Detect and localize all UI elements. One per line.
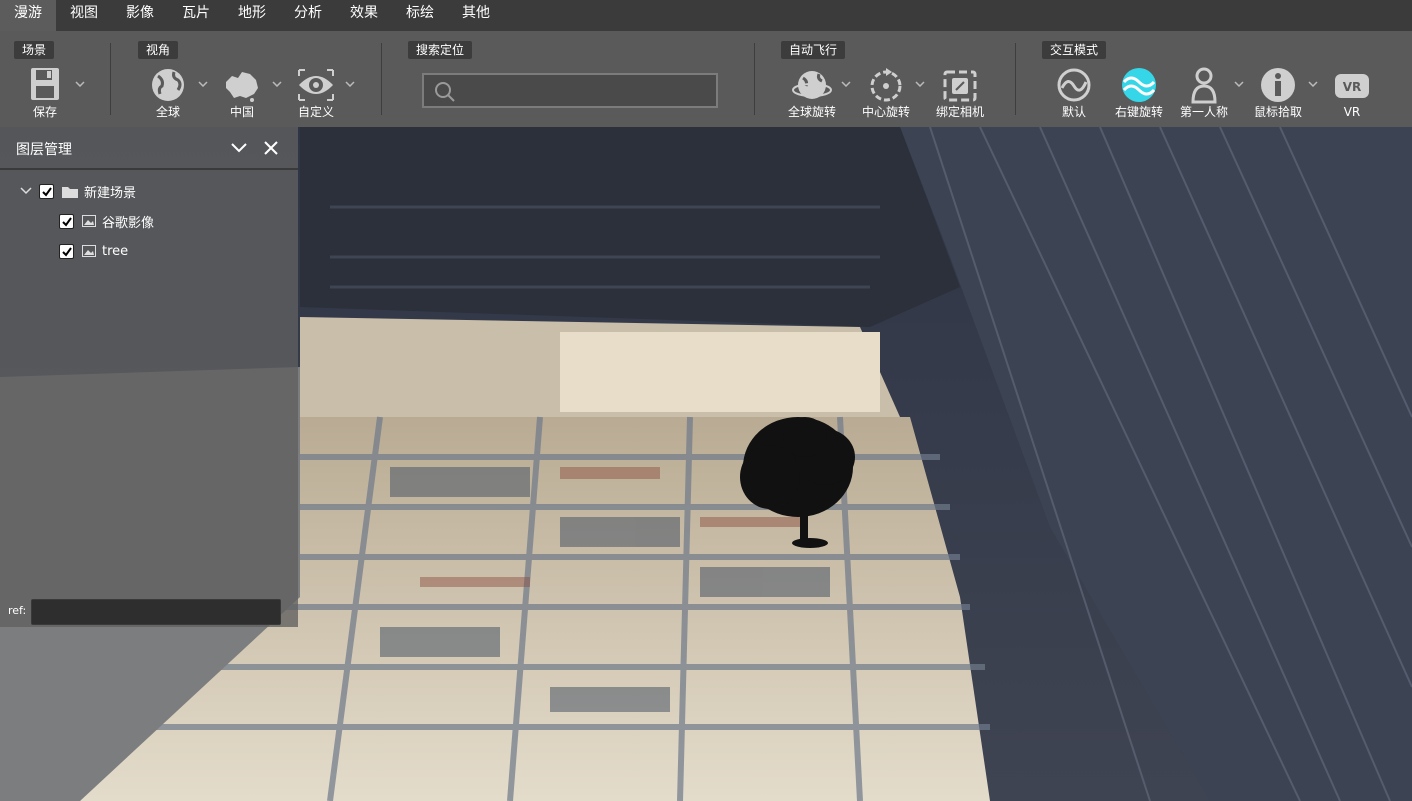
camera-bind-icon	[943, 70, 977, 102]
folder-icon	[62, 186, 78, 198]
tab-terrain[interactable]: 地形	[224, 0, 280, 31]
collapse-chevron-icon[interactable]	[230, 140, 248, 156]
vr-headset-icon: VR	[1335, 74, 1369, 98]
toolbar-ribbon: 场景 保存 视角 全球 中国 自定义 搜索定位 自动飞行 全球旋转 中心旋转 绑…	[0, 31, 1412, 127]
divider	[110, 43, 111, 115]
global-label: 全球	[155, 105, 180, 119]
ref-label: ref:	[8, 604, 27, 617]
tab-analysis[interactable]: 分析	[280, 0, 336, 31]
custom-view-button[interactable]: 自定义	[286, 66, 346, 119]
bind-camera-button[interactable]: 绑定相机	[930, 66, 990, 119]
bind-camera-label: 绑定相机	[935, 105, 984, 119]
tab-effects[interactable]: 效果	[336, 0, 392, 31]
expand-chevron-icon[interactable]	[20, 186, 32, 196]
ref-input[interactable]	[31, 599, 281, 625]
tree-node-label[interactable]: 谷歌影像	[102, 212, 154, 231]
globe-rotate-icon	[792, 71, 832, 99]
tree-node-scene: 新建场景	[20, 181, 136, 201]
mouse-pick-label: 鼠标拾取	[1253, 105, 1302, 119]
china-view-button[interactable]: 中国	[212, 66, 272, 119]
layer-checkbox[interactable]	[39, 183, 54, 199]
divider	[381, 43, 382, 115]
custom-label: 自定义	[297, 105, 334, 119]
chevron-down-icon[interactable]	[345, 81, 355, 87]
save-icon	[31, 68, 59, 100]
vr-button[interactable]: VR VR	[1322, 66, 1382, 119]
chevron-down-icon[interactable]	[75, 81, 85, 87]
divider	[1015, 43, 1016, 115]
global-view-button[interactable]: 全球	[138, 66, 198, 119]
chevron-down-icon[interactable]	[1234, 81, 1244, 87]
save-button[interactable]: 保存	[15, 66, 75, 119]
china-label: 中国	[229, 105, 254, 119]
svg-text:VR: VR	[1343, 80, 1362, 94]
person-icon	[1191, 67, 1217, 104]
global-rotate-label: 全球旋转	[787, 105, 836, 119]
first-person-button[interactable]: 第一人称	[1174, 66, 1234, 119]
group-title-scene: 场景	[14, 41, 55, 59]
right-drag-rotate-label: 右键旋转	[1114, 105, 1163, 119]
search-box	[422, 73, 718, 108]
panel-title: 图层管理	[16, 142, 72, 158]
chevron-down-icon[interactable]	[915, 81, 925, 87]
default-mode-label: 默认	[1061, 105, 1086, 119]
center-rotate-button[interactable]: 中心旋转	[856, 66, 916, 119]
chevron-down-icon[interactable]	[1308, 81, 1318, 87]
chevron-down-icon[interactable]	[198, 81, 208, 87]
group-title-auto-fly: 自动飞行	[781, 41, 846, 59]
right-drag-rotate-button[interactable]: 右键旋转	[1109, 66, 1169, 119]
tab-roam[interactable]: 漫游	[0, 0, 56, 31]
image-layer-icon	[82, 245, 96, 257]
vr-label: VR	[1343, 105, 1361, 119]
chevron-down-icon[interactable]	[272, 81, 282, 87]
default-mode-button[interactable]: 默认	[1044, 66, 1104, 119]
layer-checkbox[interactable]	[59, 243, 74, 259]
panel-header: 图层管理	[0, 127, 298, 170]
center-rotate-label: 中心旋转	[861, 105, 910, 119]
save-label: 保存	[32, 105, 57, 119]
info-icon	[1261, 68, 1295, 102]
default-mode-icon	[1057, 68, 1091, 102]
search-input[interactable]	[462, 78, 712, 103]
tree-node-google-imagery: 谷歌影像	[59, 211, 154, 231]
tab-view[interactable]: 视图	[56, 0, 112, 31]
tree-node-label[interactable]: tree	[102, 244, 128, 259]
china-map-icon	[226, 72, 258, 102]
center-rotate-icon	[870, 68, 902, 102]
divider	[754, 43, 755, 115]
tree-node-label[interactable]: 新建场景	[84, 182, 136, 201]
mouse-pick-button[interactable]: 鼠标拾取	[1248, 66, 1308, 119]
ref-row: ref:	[0, 597, 298, 627]
group-title-search: 搜索定位	[408, 41, 473, 59]
rotate-mode-icon	[1122, 68, 1156, 102]
tab-imagery[interactable]: 影像	[112, 0, 168, 31]
group-title-interaction: 交互模式	[1042, 41, 1107, 59]
tree-node-tree: tree	[59, 241, 128, 261]
globe-icon	[152, 69, 184, 101]
image-layer-icon	[82, 215, 96, 227]
main-menu-bar: 漫游 视图 影像 瓦片 地形 分析 效果 标绘 其他	[0, 0, 1412, 31]
tab-tiles[interactable]: 瓦片	[168, 0, 224, 31]
close-icon[interactable]	[263, 140, 279, 156]
chevron-down-icon[interactable]	[841, 81, 851, 87]
tab-other[interactable]: 其他	[448, 0, 504, 31]
layer-checkbox[interactable]	[59, 213, 74, 229]
global-rotate-button[interactable]: 全球旋转	[782, 66, 842, 119]
eye-icon	[298, 69, 334, 101]
group-title-view: 视角	[138, 41, 179, 59]
first-person-label: 第一人称	[1179, 105, 1228, 119]
search-icon	[435, 82, 455, 102]
layer-manager-panel: 图层管理 新建场景 谷歌影像 tree ref:	[0, 127, 298, 627]
tab-plotting[interactable]: 标绘	[392, 0, 448, 31]
